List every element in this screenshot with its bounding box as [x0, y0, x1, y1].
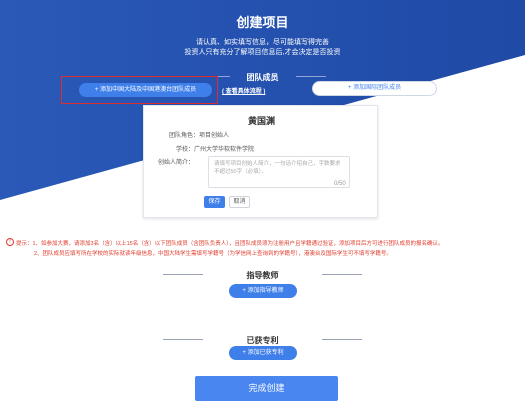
cancel-button[interactable]: 取消: [229, 196, 250, 208]
add-patent-button[interactable]: + 添加已获专利: [229, 346, 297, 360]
intro-textarea[interactable]: 请填写项目创始人简介，一句话介绍自己，字数要求不超过50字（必填）。: [208, 156, 350, 188]
save-button[interactable]: 保存: [204, 196, 225, 208]
member-card: 黄国渊 团队角色：项目创始人 学校：广州大学华软软件学院 创始人简介： 请填写项…: [143, 105, 378, 218]
advisor-section-title: 指导教师: [246, 271, 279, 280]
role-label: 团队角色：: [169, 133, 200, 139]
school-label: 学校：: [176, 147, 195, 153]
char-count: 0/50: [334, 181, 346, 187]
add-international-member-button[interactable]: + 添加国际团队成员: [312, 81, 437, 96]
add-advisor-button[interactable]: + 添加指导教师: [229, 284, 297, 298]
complete-create-button[interactable]: 完成创建: [195, 376, 338, 401]
tip-line1: 提示：1、如参加大赛，请添加3名（含）以上15名（含）以下团队成员（含团队负责人…: [16, 241, 444, 247]
warning-icon: !: [6, 238, 14, 246]
advisor-divider-right: [322, 274, 362, 275]
role-row: 团队角色：项目创始人: [169, 130, 229, 139]
page-subtitle-line2: 投资人只有充分了解项目信息后,才会决定是否投资: [184, 49, 341, 56]
role-value: 项目创始人: [199, 133, 230, 139]
page-title: 创建项目: [236, 15, 289, 30]
intro-placeholder: 请填写项目创始人简介，一句话介绍自己，字数要求不超过50字（必填）。: [214, 161, 341, 175]
tip-line2: 2、团队成员应填写所在学校的实际就读年级信息，中国大陆学生需填写学籍号（为学信网…: [34, 251, 392, 257]
view-process-link[interactable]: ( 查看具体流程 ): [222, 86, 265, 95]
patent-section-title: 已获专利: [246, 336, 279, 345]
page-subtitle-line1: 请认真、如实填写信息，尽可能填写得完善: [196, 39, 329, 46]
patent-divider-right: [322, 339, 362, 340]
add-mainland-member-button[interactable]: + 添加中国大陆及中国港澳台团队成员: [79, 83, 212, 97]
intro-label: 创始人简介：: [158, 160, 195, 166]
school-value: 广州大学华软软件学院: [194, 147, 255, 153]
divider-right: [296, 76, 326, 77]
create-project-page: 创建项目 请认真、如实填写信息，尽可能填写得完善 投资人只有充分了解项目信息后,…: [0, 0, 525, 413]
school-row: 学校：广州大学华软软件学院: [176, 144, 254, 153]
member-name: 黄国渊: [247, 116, 275, 126]
